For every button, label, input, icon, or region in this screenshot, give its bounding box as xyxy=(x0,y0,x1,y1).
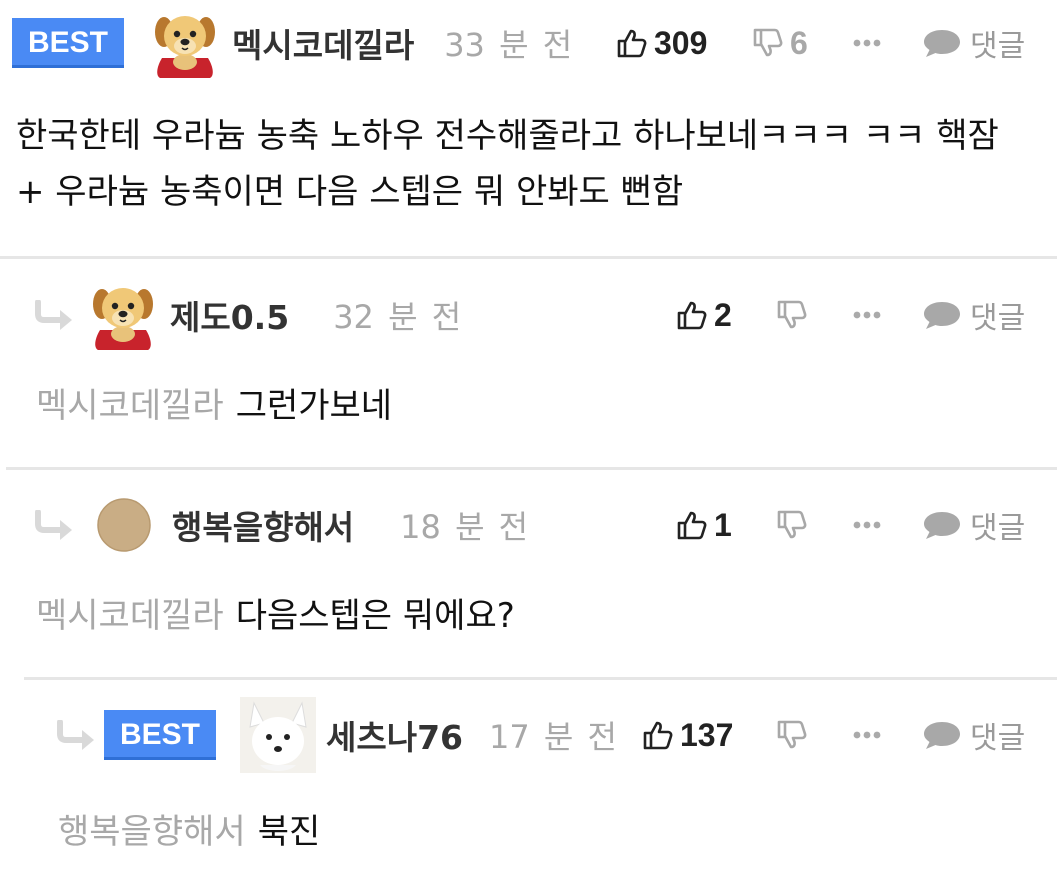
like-button[interactable]: 137 xyxy=(640,692,734,778)
like-count: 309 xyxy=(654,24,708,61)
default-avatar-icon[interactable] xyxy=(96,497,152,553)
divider xyxy=(0,256,1057,259)
dislike-button[interactable] xyxy=(776,692,808,778)
timestamp: 33 분 전 xyxy=(444,26,573,64)
dislike-button[interactable]: 6 xyxy=(752,0,808,86)
thumbs-up-icon xyxy=(616,27,648,59)
reply-arrow-icon xyxy=(34,300,76,330)
comment-body: 행복을향해서 북진 xyxy=(58,804,1018,860)
puppy-avatar-icon[interactable] xyxy=(88,280,158,350)
thumbs-down-icon xyxy=(752,27,784,59)
timestamp: 18 분 전 xyxy=(400,508,529,546)
thumbs-up-icon xyxy=(676,509,708,541)
reply-button[interactable]: 댓글 xyxy=(922,482,1025,568)
white-fox-avatar-icon[interactable] xyxy=(240,697,316,773)
timestamp: 17 분 전 xyxy=(489,718,617,756)
divider xyxy=(6,467,1057,470)
comment-3: 행복을향해서 18 분 전 1 댓글 멕시코데낄라 다음스텝은 뭐에요? xyxy=(0,482,1057,678)
more-dots-icon xyxy=(853,521,881,529)
comment-2: 제도0.5 32 분 전 2 댓글 멕시코데낄라 그런가보네 xyxy=(0,272,1057,468)
comment-4: BEST 세츠나76 17 분 전 137 댓글 행복을향해서 북진 xyxy=(0,692,1057,876)
more-menu-button[interactable] xyxy=(852,0,882,86)
reply-label: 댓글 xyxy=(970,721,1026,756)
puppy-avatar-icon[interactable] xyxy=(150,8,220,78)
comment-text: 그런가보네 xyxy=(235,386,393,426)
nickname[interactable]: 세츠나76 xyxy=(326,711,463,759)
reply-button[interactable]: 댓글 xyxy=(922,692,1025,778)
comment-text: 북진 xyxy=(257,812,321,852)
reply-label: 댓글 xyxy=(970,301,1026,336)
more-dots-icon xyxy=(853,731,881,739)
thumbs-down-icon xyxy=(776,509,808,541)
like-button[interactable]: 2 xyxy=(676,272,732,358)
divider xyxy=(24,677,1057,680)
reply-arrow-icon xyxy=(56,720,98,750)
more-dots-icon xyxy=(853,39,881,47)
more-menu-button[interactable] xyxy=(852,272,882,358)
nickname[interactable]: 제도0.5 xyxy=(170,291,289,339)
mention[interactable]: 멕시코데낄라 xyxy=(36,596,224,636)
like-count: 1 xyxy=(714,506,732,543)
thumbs-down-icon xyxy=(776,299,808,331)
nickname[interactable]: 행복을향해서 xyxy=(172,501,354,549)
mention[interactable]: 행복을향해서 xyxy=(58,812,246,852)
reply-label: 댓글 xyxy=(970,511,1026,546)
speech-bubble-icon xyxy=(922,299,962,331)
speech-bubble-icon xyxy=(922,509,962,541)
best-badge: BEST xyxy=(12,18,125,68)
dislike-count: 6 xyxy=(790,24,808,61)
reply-button[interactable]: 댓글 xyxy=(922,0,1025,86)
like-count: 137 xyxy=(680,716,734,753)
like-count: 2 xyxy=(714,296,732,333)
more-menu-button[interactable] xyxy=(852,482,882,568)
like-button[interactable]: 309 xyxy=(616,0,707,86)
mention[interactable]: 멕시코데낄라 xyxy=(36,386,224,426)
more-dots-icon xyxy=(853,311,881,319)
like-button[interactable]: 1 xyxy=(676,482,732,568)
comment-text: 다음스텝은 뭐에요? xyxy=(235,596,515,636)
dislike-button[interactable] xyxy=(776,272,808,358)
comment-1: BEST 멕시코데낄라 33 분 전 309 6 댓글 한국한테 우라늄 농축 … xyxy=(0,0,1057,258)
comment-body: 멕시코데낄라 다음스텝은 뭐에요? xyxy=(36,588,1016,644)
more-menu-button[interactable] xyxy=(852,692,882,778)
comment-body: 멕시코데낄라 그런가보네 xyxy=(36,378,1016,434)
best-badge: BEST xyxy=(104,710,217,760)
thumbs-up-icon xyxy=(642,719,674,751)
timestamp: 32 분 전 xyxy=(333,298,462,336)
comment-text: 한국한테 우라늄 농축 노하우 전수해줄라고 하나보네ㅋㅋㅋ ㅋㅋ 핵잠 + 우… xyxy=(16,116,999,212)
speech-bubble-icon xyxy=(922,27,962,59)
thumbs-down-icon xyxy=(776,719,808,751)
dislike-button[interactable] xyxy=(776,482,808,568)
reply-arrow-icon xyxy=(34,510,76,540)
nickname[interactable]: 멕시코데낄라 xyxy=(232,19,414,67)
speech-bubble-icon xyxy=(922,719,962,751)
reply-button[interactable]: 댓글 xyxy=(922,272,1025,358)
thumbs-up-icon xyxy=(676,299,708,331)
reply-label: 댓글 xyxy=(970,29,1026,64)
